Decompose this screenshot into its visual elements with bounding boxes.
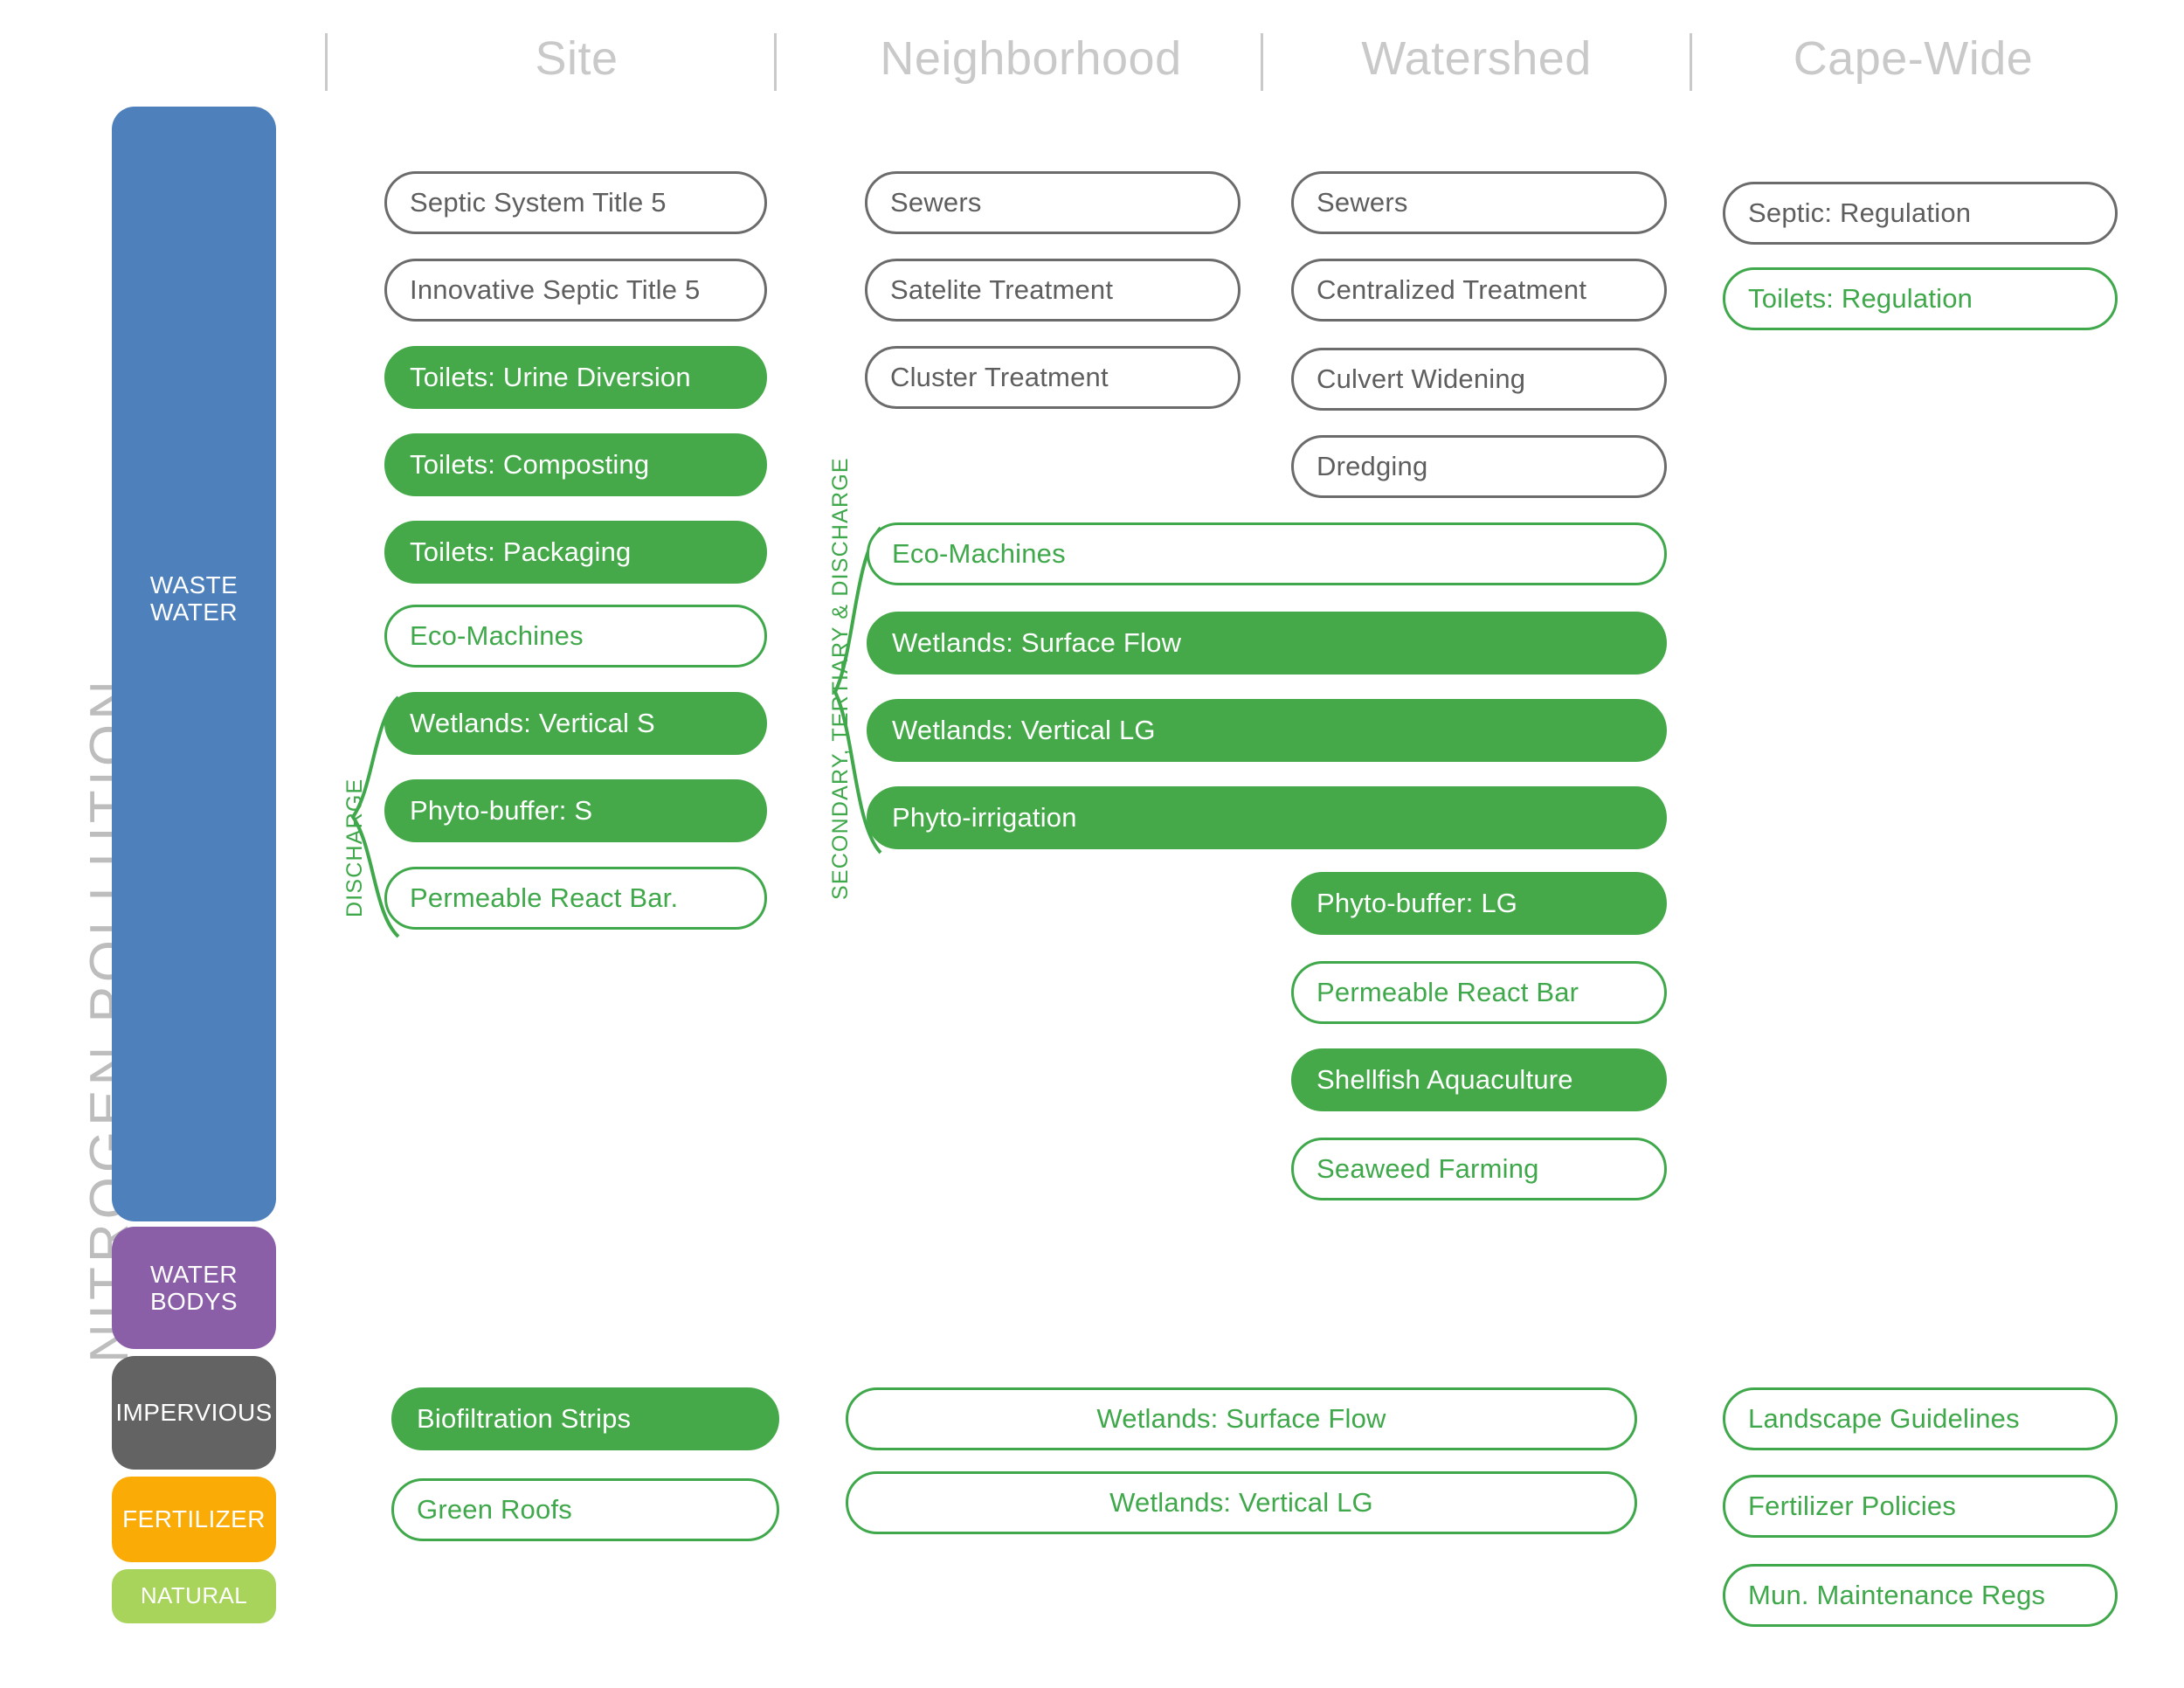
strategy-label: Landscape Guidelines [1748,1403,2020,1434]
strategy-label: Phyto-buffer: LG [1317,888,1518,918]
strategy-label: Wetlands: Vertical S [410,708,655,738]
strategy-pill[interactable]: Eco-Machines [384,605,767,668]
column-header-site: Site [535,32,619,85]
column-header-watershed: Watershed [1361,32,1592,85]
header-divider-4 [1690,33,1692,91]
source-band-fertilizer: FERTILIZER [112,1477,276,1562]
header-divider-2 [774,33,777,91]
strategy-label: Dredging [1317,451,1428,481]
column-header-neighborhood: Neighborhood [880,32,1182,85]
strategy-pill[interactable]: Phyto-buffer: S [384,779,767,842]
strategy-pill[interactable]: Wetlands: Surface Flow [846,1387,1637,1450]
strategy-label: Mun. Maintenance Regs [1748,1580,2046,1610]
strategy-label: Wetlands: Surface Flow [1096,1403,1386,1434]
strategy-pill[interactable]: Permeable React Bar [1291,961,1667,1024]
strategy-pill[interactable]: Cluster Treatment [865,346,1241,409]
strategy-pill[interactable]: Shellfish Aquaculture [1291,1048,1667,1111]
strategy-label: Centralized Treatment [1317,274,1587,305]
strategy-pill[interactable]: Permeable React Bar. [384,867,767,930]
source-band-impervious: IMPERVIOUS [112,1356,276,1470]
strategy-label: Cluster Treatment [890,362,1109,392]
strategy-pill[interactable]: Sewers [865,171,1241,234]
strategy-pill[interactable]: Phyto-buffer: LG [1291,872,1667,935]
source-band-water-bodys: WATER BODYS [112,1227,276,1349]
diagram-canvas: Site Neighborhood Watershed Cape-Wide NI… [0,0,2184,1688]
strategy-label: Innovative Septic Title 5 [410,274,701,305]
strategy-pill[interactable]: Toilets: Regulation [1723,267,2118,330]
strategy-pill[interactable]: Dredging [1291,435,1667,498]
strategy-label: Permeable React Bar. [410,882,679,913]
source-band-natural-line1: NATURAL [140,1582,248,1609]
source-band-waste-water: WASTE WATER [112,107,276,1221]
strategy-pill[interactable]: Toilets: Packaging [384,521,767,584]
strategy-label: Toilets: Urine Diversion [410,362,691,392]
source-band-water-bodys-line2: BODYS [149,1288,238,1315]
strategy-pill[interactable]: Septic System Title 5 [384,171,767,234]
strategy-label: Eco-Machines [410,620,584,651]
strategy-label: Fertilizer Policies [1748,1491,1957,1521]
strategy-pill[interactable]: Eco-Machines [867,522,1667,585]
strategy-pill[interactable]: Centralized Treatment [1291,259,1667,322]
strategy-pill[interactable]: Phyto-irrigation [867,786,1667,849]
source-band-impervious-line1: IMPERVIOUS [115,1399,273,1427]
strategy-pill[interactable]: Satelite Treatment [865,259,1241,322]
strategy-pill[interactable]: Seaweed Farming [1291,1138,1667,1200]
source-band-waste-water-line2: WATER [150,598,238,626]
strategy-pill[interactable]: Biofiltration Strips [391,1387,779,1450]
strategy-pill[interactable]: Mun. Maintenance Regs [1723,1564,2118,1627]
source-band-waste-water-line1: WASTE [149,571,238,598]
strategy-label: Wetlands: Vertical LG [892,715,1156,745]
source-band-natural: NATURAL [112,1569,276,1623]
strategy-label: Toilets: Composting [410,449,650,480]
strategy-label: Sewers [1317,187,1408,218]
strategy-label: Phyto-buffer: S [410,795,593,826]
strategy-label: Wetlands: Vertical LG [1109,1487,1373,1518]
discharge-bracket-label: DISCHARGE [342,778,367,917]
header-divider-1 [325,33,328,91]
strategy-pill[interactable]: Toilets: Composting [384,433,767,496]
secondary-tertiary-discharge-bracket-label: SECONDARY, TERTIARY & DISCHARGE [828,457,853,900]
source-band-fertilizer-line1: FERTILIZER [122,1505,266,1533]
strategy-label: Green Roofs [417,1494,572,1525]
strategy-label: Culvert Widening [1317,363,1526,394]
strategy-label: Septic System Title 5 [410,187,667,218]
strategy-label: Toilets: Packaging [410,536,632,567]
strategy-pill[interactable]: Toilets: Urine Diversion [384,346,767,409]
column-header-cape-wide: Cape-Wide [1793,32,2034,85]
strategy-label: Phyto-irrigation [892,802,1077,833]
strategy-label: Septic: Regulation [1748,197,1972,228]
strategy-label: Eco-Machines [892,538,1066,569]
strategy-label: Seaweed Farming [1317,1153,1539,1184]
strategy-pill[interactable]: Septic: Regulation [1723,182,2118,245]
strategy-pill[interactable]: Landscape Guidelines [1723,1387,2118,1450]
strategy-label: Permeable React Bar [1317,977,1579,1007]
strategy-pill[interactable]: Sewers [1291,171,1667,234]
strategy-label: Toilets: Regulation [1748,283,1973,314]
strategy-pill[interactable]: Wetlands: Vertical S [384,692,767,755]
strategy-pill[interactable]: Wetlands: Surface Flow [867,612,1667,675]
strategy-pill[interactable]: Green Roofs [391,1478,779,1541]
strategy-pill[interactable]: Wetlands: Vertical LG [846,1471,1637,1534]
header-divider-3 [1261,33,1263,91]
strategy-label: Wetlands: Surface Flow [892,627,1182,658]
strategy-label: Biofiltration Strips [417,1403,632,1434]
source-band-water-bodys-line1: WATER [150,1260,238,1288]
strategy-label: Satelite Treatment [890,274,1114,305]
strategy-label: Sewers [890,187,982,218]
strategy-pill[interactable]: Innovative Septic Title 5 [384,259,767,322]
strategy-pill[interactable]: Fertilizer Policies [1723,1475,2118,1538]
strategy-pill[interactable]: Culvert Widening [1291,348,1667,411]
strategy-label: Shellfish Aquaculture [1317,1064,1573,1095]
strategy-pill[interactable]: Wetlands: Vertical LG [867,699,1667,762]
